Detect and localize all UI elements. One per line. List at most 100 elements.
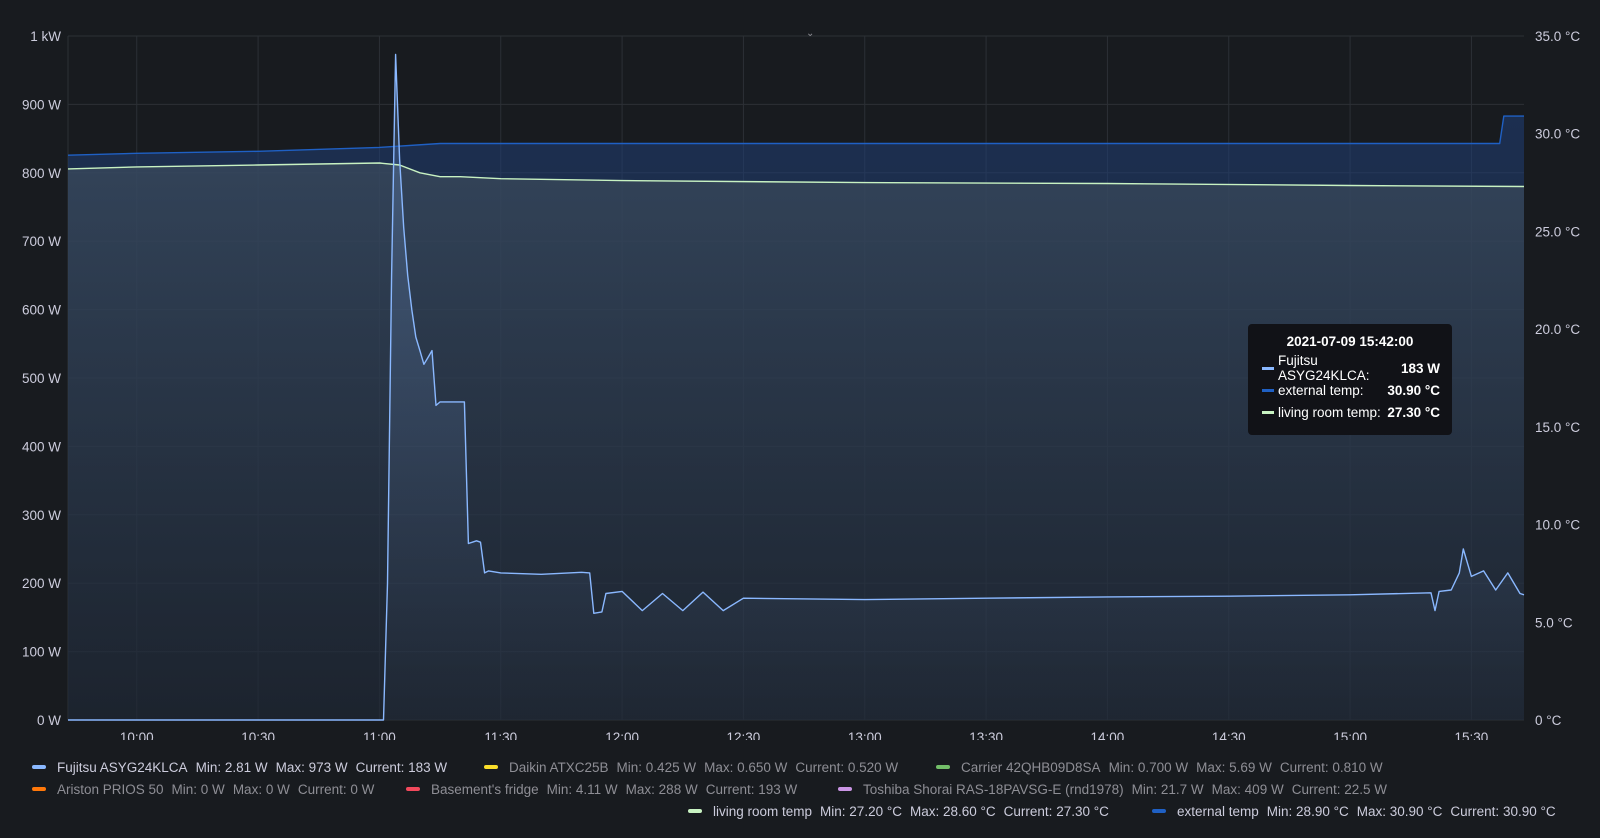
legend-stat: Min: 28.90 °C [1266, 803, 1349, 819]
legend-stat: Min: 0.700 W [1108, 759, 1189, 775]
y-right-tick-label: 35.0 °C [1535, 29, 1580, 44]
y-left-tick-label: 1 kW [30, 29, 61, 44]
x-tick-label: 10:00 [120, 730, 154, 740]
legend-stat: Max: 5.69 W [1196, 759, 1272, 775]
x-tick-label: 15:00 [1333, 730, 1367, 740]
legend-stat: Max: 409 W [1211, 781, 1284, 797]
y-left-tick-label: 300 W [22, 508, 61, 523]
y-axis-right: 0 °C 5.0 °C 10.0 °C 15.0 °C 20.0 °C 25.0 °C 30… [1535, 29, 1580, 728]
legend-item-daikin[interactable]: Daikin ATXC25B Min: 0.425 W Max: 0.650 W… [484, 757, 906, 777]
legend-stat: Min: 0 W [171, 781, 225, 797]
y-right-tick-label: 25.0 °C [1535, 224, 1580, 239]
x-tick-label: 13:30 [969, 730, 1003, 740]
tooltip-row: external temp: 30.90 °C [1262, 380, 1440, 400]
x-tick-label: 14:00 [1091, 730, 1125, 740]
y-axis-left: 0 W 100 W 200 W 300 W 400 W 500 W 600 W 700 W 80… [22, 29, 61, 728]
legend-stat: Max: 28.60 °C [909, 803, 996, 819]
tooltip-value: 30.90 °C [1387, 382, 1440, 398]
y-right-tick-label: 5.0 °C [1535, 615, 1573, 630]
y-right-tick-label: 0 °C [1535, 713, 1562, 728]
legend-name: Toshiba Shorai RAS-18PAVSG-E (rnd1978) [863, 781, 1124, 797]
legend-stat: Current: 0 W [297, 781, 375, 797]
tooltip-row: living room temp: 27.30 °C [1262, 402, 1440, 422]
hover-tooltip: 2021-07-09 15:42:00 Fujitsu ASYG24KLCA: … [1248, 324, 1452, 435]
series-swatch-icon [1262, 388, 1274, 392]
legend-name: Ariston PRIOS 50 [57, 781, 164, 797]
legend-item-living-room[interactable]: living room temp Min: 27.20 °C Max: 28.6… [688, 801, 1117, 821]
legend-stat: Max: 288 W [625, 781, 698, 797]
y-left-tick-label: 700 W [22, 234, 61, 249]
legend-item-toshiba[interactable]: Toshiba Shorai RAS-18PAVSG-E (rnd1978) M… [838, 779, 1395, 799]
legend-item-carrier[interactable]: Carrier 42QHB09D8SA Min: 0.700 W Max: 5.… [936, 757, 1391, 777]
chevron-down-icon[interactable]: ⌄ [806, 28, 814, 39]
legend-name: Fujitsu ASYG24KLCA [57, 759, 188, 775]
legend-stat: Min: 21.7 W [1131, 781, 1204, 797]
legend-stat: Min: 0.425 W [616, 759, 697, 775]
legend-row: Fujitsu ASYG24KLCA Min: 2.81 W Max: 973 … [0, 757, 1600, 777]
legend-item-fujitsu[interactable]: Fujitsu ASYG24KLCA Min: 2.81 W Max: 973 … [32, 757, 455, 777]
legend-stat: Max: 0 W [232, 781, 290, 797]
x-tick-label: 12:00 [605, 730, 639, 740]
tooltip-time: 2021-07-09 15:42:00 [1286, 334, 1414, 349]
y-left-tick-label: 500 W [22, 371, 61, 386]
x-tick-label: 14:30 [1212, 730, 1246, 740]
legend-stat: Min: 4.11 W [546, 781, 618, 797]
x-tick-label: 11:00 [363, 730, 396, 740]
y-left-tick-label: 600 W [22, 303, 61, 318]
y-left-tick-label: 200 W [22, 576, 61, 591]
legend-name: Basement's fridge [431, 781, 539, 797]
y-left-tick-label: 800 W [22, 166, 61, 181]
series-swatch-icon [484, 765, 498, 769]
series-swatch-icon [838, 787, 852, 791]
tooltip-value: 183 W [1400, 360, 1440, 376]
legend-stat: Current: 0.810 W [1279, 759, 1383, 775]
legend-row: Ariston PRIOS 50 Min: 0 W Max: 0 W Curre… [0, 779, 1600, 799]
tooltip-label: living room temp: [1278, 404, 1381, 420]
x-tick-label: 13:00 [848, 730, 882, 740]
y-right-tick-label: 20.0 °C [1535, 322, 1580, 337]
x-axis: 10:00 10:30 11:00 11:30 12:00 12:30 13:00 13:30… [120, 730, 1488, 740]
legend-stat: Current: 193 W [705, 781, 798, 797]
legend-item-external-temp[interactable]: external temp Min: 28.90 °C Max: 30.90 °… [1152, 801, 1564, 821]
legend-item-fridge[interactable]: Basement's fridge Min: 4.11 W Max: 288 W… [406, 779, 805, 799]
series-swatch-icon [1262, 410, 1274, 414]
legend-stat: Current: 27.30 °C [1003, 803, 1109, 819]
legend-stat: Current: 30.90 °C [1450, 803, 1556, 819]
y-left-tick-label: 100 W [22, 645, 61, 660]
series-swatch-icon [32, 765, 46, 769]
y-left-tick-label: 900 W [22, 97, 61, 112]
y-right-tick-label: 15.0 °C [1535, 420, 1580, 435]
x-tick-label: 12:30 [727, 730, 761, 740]
legend-name: Daikin ATXC25B [509, 759, 609, 775]
y-left-tick-label: 400 W [22, 439, 61, 454]
series-swatch-icon [32, 787, 46, 791]
legend-stat: Min: 2.81 W [195, 759, 268, 775]
legend-name: external temp [1177, 803, 1259, 819]
series-swatch-icon [688, 809, 702, 813]
y-right-tick-label: 30.0 °C [1535, 127, 1580, 142]
x-tick-label: 11:30 [484, 730, 517, 740]
tooltip-label: Fujitsu ASYG24KLCA: [1278, 353, 1370, 383]
legend-stat: Max: 973 W [275, 759, 348, 775]
legend-stat: Current: 0.520 W [795, 759, 899, 775]
x-tick-label: 15:30 [1455, 730, 1489, 740]
legend-name: Carrier 42QHB09D8SA [961, 759, 1101, 775]
legend-stat: Current: 183 W [355, 759, 448, 775]
series-swatch-icon [1262, 366, 1274, 370]
legend-row: living room temp Min: 27.20 °C Max: 28.6… [0, 801, 1600, 821]
series-swatch-icon [1152, 809, 1166, 813]
tooltip-value: 27.30 °C [1387, 404, 1440, 420]
series-swatch-icon [936, 765, 950, 769]
legend-item-ariston[interactable]: Ariston PRIOS 50 Min: 0 W Max: 0 W Curre… [32, 779, 382, 799]
series-swatch-icon [406, 787, 420, 791]
x-tick-label: 10:30 [241, 730, 275, 740]
legend-stat: Min: 27.20 °C [820, 803, 902, 819]
legend-stat: Current: 22.5 W [1291, 781, 1387, 797]
tooltip-row: Fujitsu ASYG24KLCA: 183 W [1262, 353, 1440, 383]
y-right-tick-label: 10.0 °C [1535, 518, 1580, 533]
y-left-tick-label: 0 W [37, 713, 61, 728]
tooltip-label: external temp: [1278, 382, 1364, 398]
legend-stat: Max: 30.90 °C [1356, 803, 1443, 819]
legend-name: living room temp [713, 803, 813, 819]
legend-stat: Max: 0.650 W [704, 759, 788, 775]
